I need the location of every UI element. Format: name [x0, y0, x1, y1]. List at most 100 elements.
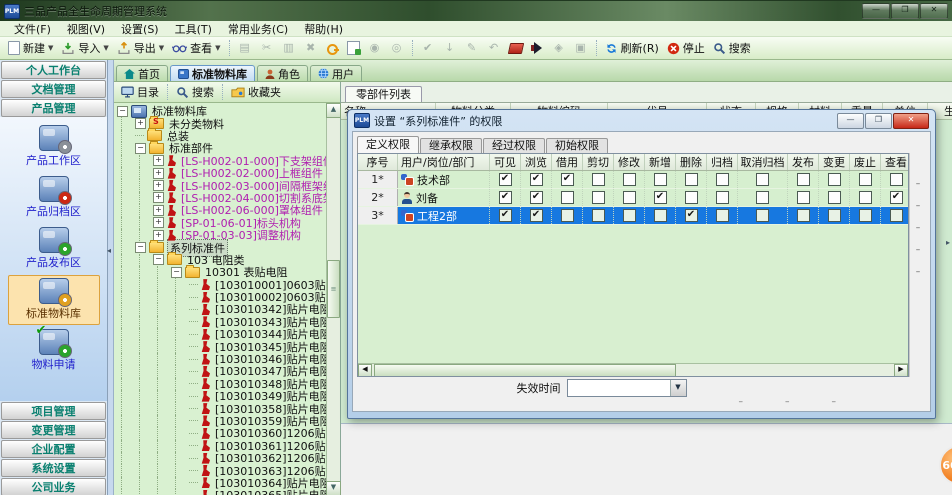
- permission-row-技术部[interactable]: 1*技术部✔✔✔: [358, 171, 908, 189]
- menubar-item[interactable]: 视图(V): [59, 21, 113, 37]
- expand-icon[interactable]: +: [153, 205, 164, 216]
- tree-search-button[interactable]: 搜索: [172, 83, 218, 101]
- checkbox-查看[interactable]: [890, 173, 903, 186]
- permission-row-刘备[interactable]: 2*刘备✔✔✔✔: [358, 189, 908, 207]
- checkbox-浏览[interactable]: ✔: [530, 191, 543, 204]
- refresh-button[interactable]: 刷新(R): [601, 39, 663, 57]
- dialog-tab-经过权限[interactable]: 经过权限: [483, 138, 545, 153]
- sidebar-group-项目管理[interactable]: 项目管理: [1, 402, 106, 420]
- tab-标准物料库[interactable]: 标准物料库: [170, 65, 255, 81]
- collapse-icon[interactable]: −: [117, 106, 128, 117]
- expand-icon[interactable]: +: [153, 180, 164, 191]
- checkbox-取消归档[interactable]: [756, 173, 769, 186]
- checkbox-浏览[interactable]: ✔: [530, 209, 543, 222]
- export-button[interactable]: 导出▼: [113, 39, 168, 57]
- download-button[interactable]: ↓: [439, 40, 461, 56]
- scroll-thumb[interactable]: ≡: [327, 260, 340, 318]
- checkbox-新增[interactable]: [654, 173, 667, 186]
- import-button[interactable]: 导入▼: [57, 39, 112, 57]
- checkbox-借用[interactable]: [561, 191, 574, 204]
- checkbox-借用[interactable]: ✔: [561, 173, 574, 186]
- view-button[interactable]: 查看▼: [168, 39, 224, 57]
- checkbox-借用[interactable]: [561, 209, 574, 222]
- attach-button[interactable]: ◎: [386, 40, 408, 56]
- sidebar-module-产品工作区[interactable]: 产品工作区: [8, 122, 100, 172]
- sidebar-module-产品归档区[interactable]: 产品归档区: [8, 173, 100, 223]
- dialog-tab-定义权限[interactable]: 定义权限: [357, 136, 419, 153]
- checkbox-剪切[interactable]: [592, 173, 605, 186]
- tree-scrollbar[interactable]: ▲ ≡ ▼: [326, 103, 340, 495]
- checkbox-修改[interactable]: [623, 191, 636, 204]
- expand-icon[interactable]: +: [153, 230, 164, 241]
- checkbox-变更[interactable]: [828, 191, 841, 204]
- checkbox-废止[interactable]: [859, 173, 872, 186]
- checkbox-发布[interactable]: [797, 191, 810, 204]
- key-button[interactable]: [322, 41, 343, 56]
- hscroll-left-icon[interactable]: ◀: [358, 364, 372, 377]
- checkbox-修改[interactable]: [623, 173, 636, 186]
- delete-button[interactable]: ✖: [300, 40, 322, 56]
- checkbox-可见[interactable]: ✔: [499, 173, 512, 186]
- checkbox-可见[interactable]: ✔: [499, 209, 512, 222]
- checkbox-剪切[interactable]: [592, 191, 605, 204]
- checkbox-浏览[interactable]: ✔: [530, 173, 543, 186]
- sidebar-module-标准物料库[interactable]: 标准物料库: [8, 275, 100, 325]
- collapse-icon[interactable]: −: [135, 143, 146, 154]
- checkbox-修改[interactable]: [623, 209, 636, 222]
- share-button[interactable]: ◈: [548, 40, 570, 56]
- checkbox-归档[interactable]: [716, 191, 729, 204]
- undo-button[interactable]: ↶: [483, 40, 505, 56]
- collapse-icon[interactable]: −: [171, 267, 182, 278]
- sidebar-module-物料申请[interactable]: ✔物料申请: [8, 326, 100, 376]
- minimize-button[interactable]: —: [862, 3, 890, 19]
- confirm-button[interactable]: ✔: [417, 40, 439, 56]
- tree-node[interactable]: [103010365]贴片电阻: [117, 489, 326, 495]
- expand-icon[interactable]: +: [153, 155, 164, 166]
- sidebar-group-系统设置[interactable]: 系统设置: [1, 459, 106, 477]
- expand-icon[interactable]: +: [135, 118, 146, 129]
- erase-button[interactable]: [505, 42, 527, 55]
- checkbox-查看[interactable]: [890, 209, 903, 222]
- package-button[interactable]: ▣: [570, 40, 592, 56]
- dialog-tab-继承权限[interactable]: 继承权限: [420, 138, 482, 153]
- checkbox-废止[interactable]: [859, 191, 872, 204]
- menubar-item[interactable]: 常用业务(C): [220, 21, 296, 37]
- tab-首页[interactable]: 首页: [116, 65, 168, 81]
- expiry-time-combobox[interactable]: ▼: [567, 379, 687, 397]
- copy-button[interactable]: ▤: [234, 40, 256, 56]
- search-button[interactable]: 搜索: [709, 39, 755, 57]
- menubar-item[interactable]: 文件(F): [6, 21, 59, 37]
- permission-row-工程2部[interactable]: 3*工程2部✔✔✔: [358, 207, 908, 225]
- checkbox-废止[interactable]: [859, 209, 872, 222]
- tree-catalog-button[interactable]: 目录: [117, 83, 163, 101]
- checkbox-新增[interactable]: ✔: [654, 191, 667, 204]
- checkbox-新增[interactable]: [654, 209, 667, 222]
- checkbox-取消归档[interactable]: [756, 191, 769, 204]
- checkbox-删除[interactable]: [685, 191, 698, 204]
- checkbox-查看[interactable]: ✔: [890, 191, 903, 204]
- sidebar-group-公司业务[interactable]: 公司业务: [1, 478, 106, 495]
- checkbox-变更[interactable]: [828, 209, 841, 222]
- table-hscrollbar[interactable]: ◀ ▶: [358, 363, 908, 376]
- sidebar-group-个人工作台[interactable]: 个人工作台: [1, 61, 106, 79]
- paste-button[interactable]: ▥: [278, 40, 300, 56]
- sidebar-group-企业配置[interactable]: 企业配置: [1, 440, 106, 458]
- expand-icon[interactable]: +: [153, 168, 164, 179]
- scroll-down-icon[interactable]: ▼: [326, 481, 341, 495]
- panel-expand-icon[interactable]: ▸: [946, 238, 950, 247]
- dialog-maximize-button[interactable]: ❐: [865, 113, 892, 129]
- checkbox-可见[interactable]: ✔: [499, 191, 512, 204]
- close-button[interactable]: ✕: [920, 3, 948, 19]
- menubar-item[interactable]: 设置(S): [113, 21, 167, 37]
- splitter-collapse-icon[interactable]: ◂: [107, 246, 111, 255]
- dialog-close-button[interactable]: ✕: [893, 113, 929, 129]
- sidebar-module-产品发布区[interactable]: 产品发布区: [8, 224, 100, 274]
- checkbox-发布[interactable]: [797, 173, 810, 186]
- scroll-up-icon[interactable]: ▲: [326, 103, 341, 118]
- sidebar-group-变更管理[interactable]: 变更管理: [1, 421, 106, 439]
- menubar-item[interactable]: 帮助(H): [296, 21, 351, 37]
- stop-button[interactable]: 停止: [663, 39, 709, 57]
- maximize-button[interactable]: ❐: [891, 3, 919, 19]
- hscroll-right-icon[interactable]: ▶: [894, 364, 908, 377]
- sidebar-group-文档管理[interactable]: 文档管理: [1, 80, 106, 98]
